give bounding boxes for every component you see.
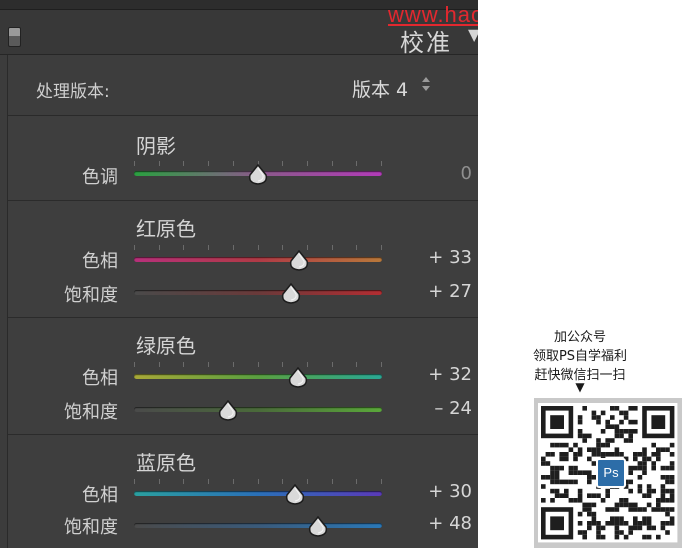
- slider-value-red-hue[interactable]: + 33: [398, 247, 472, 268]
- slider-label-shadows-tint: 色调: [82, 167, 118, 188]
- slider-tick-mark: [282, 362, 284, 367]
- section-green-primary: 绿原色 色相 + 32 饱和度 – 24: [7, 318, 478, 435]
- slider-tick-mark: [134, 245, 135, 250]
- panel-title[interactable]: 校准: [400, 23, 452, 58]
- slider-thumb-blue-saturation[interactable]: [307, 516, 329, 538]
- slider-value-blue-hue[interactable]: + 30: [398, 481, 472, 502]
- slider-tick-mark: [232, 161, 234, 166]
- slider-track-red-saturation[interactable]: [134, 290, 382, 295]
- section-red-primary: 红原色 色相 + 33 饱和度 + 27: [7, 201, 478, 318]
- slider-tick-mark: [282, 479, 284, 484]
- panel-toggle-switch[interactable]: [8, 27, 21, 47]
- slider-tick-mark: [183, 161, 185, 166]
- slider-track-blue-saturation[interactable]: [134, 523, 382, 528]
- slider-label-green-saturation: 饱和度: [64, 402, 118, 423]
- slider-tick-mark: [257, 479, 259, 484]
- slider-tick-mark: [356, 245, 358, 250]
- slider-tick-mark: [381, 362, 382, 367]
- process-version-select[interactable]: 版本 4: [352, 75, 408, 102]
- slider-tick-mark: [356, 479, 358, 484]
- slider-value-blue-saturation[interactable]: + 48: [398, 513, 472, 534]
- slider-thumb-green-hue[interactable]: [287, 367, 309, 389]
- slider-label-blue-hue: 色相: [82, 485, 118, 506]
- slider-tick-mark: [158, 479, 160, 484]
- slider-tick-mark: [282, 245, 284, 250]
- slider-tick-mark: [134, 479, 135, 484]
- slider-tick-mark: [158, 161, 160, 166]
- slider-label-green-hue: 色相: [82, 368, 118, 389]
- slider-tick-mark: [134, 161, 135, 166]
- slider-tick-mark: [306, 479, 308, 484]
- slider-tick-mark: [381, 245, 382, 250]
- slider-tick-mark: [208, 362, 210, 367]
- slider-tick-mark: [158, 362, 160, 367]
- promo-line-1: 加公众号: [553, 330, 606, 345]
- slider-thumb-green-saturation[interactable]: [217, 400, 239, 422]
- slider-thumb-shadows-tint[interactable]: [247, 164, 269, 186]
- slider-track-green-saturation[interactable]: [134, 407, 382, 412]
- photoshop-logo-icon: Ps: [596, 458, 626, 488]
- slider-tick-mark: [331, 161, 333, 166]
- process-version-label: 处理版本:: [36, 82, 110, 102]
- slider-tick-mark: [134, 362, 135, 367]
- slider-tick-mark: [232, 245, 234, 250]
- slider-value-green-hue[interactable]: + 32: [398, 364, 472, 385]
- slider-track-green-hue[interactable]: [134, 374, 382, 379]
- slider-tick-mark: [158, 245, 160, 250]
- slider-tick-mark: [306, 161, 308, 166]
- slider-tick-mark: [232, 479, 234, 484]
- slider-tick-mark: [381, 161, 382, 166]
- section-title-green-primary: 绿原色: [136, 334, 196, 358]
- slider-tick-mark: [208, 161, 210, 166]
- slider-track-red-hue[interactable]: [134, 257, 382, 262]
- process-version-row: 处理版本: 版本 4: [7, 55, 478, 116]
- calibration-panel: 校准 ▼ 处理版本: 版本 4 阴影 色调 0 红原色 色相 + 33 饱和度 …: [0, 0, 478, 548]
- slider-track-blue-hue[interactable]: [134, 491, 382, 496]
- slider-thumb-red-hue[interactable]: [288, 250, 310, 272]
- slider-ticks: [134, 479, 382, 485]
- section-blue-primary: 蓝原色 色相 + 30 饱和度 + 48: [7, 435, 478, 548]
- slider-tick-mark: [208, 245, 210, 250]
- slider-tick-mark: [331, 245, 333, 250]
- slider-value-red-saturation[interactable]: + 27: [398, 281, 472, 302]
- slider-tick-mark: [381, 479, 382, 484]
- down-arrow-icon: ▼: [575, 380, 585, 394]
- slider-ticks: [134, 245, 382, 251]
- slider-tick-mark: [183, 245, 185, 250]
- promo-line-2: 领取PS自学福利: [532, 349, 628, 364]
- slider-label-red-saturation: 饱和度: [64, 285, 118, 306]
- section-title-blue-primary: 蓝原色: [136, 451, 196, 475]
- slider-label-blue-saturation: 饱和度: [64, 517, 118, 538]
- section-title-red-primary: 红原色: [136, 217, 196, 241]
- slider-tick-mark: [356, 161, 358, 166]
- slider-tick-mark: [183, 479, 185, 484]
- section-shadows: 阴影 色调 0: [7, 116, 478, 201]
- slider-value-shadows-tint[interactable]: 0: [398, 163, 472, 184]
- slider-thumb-red-saturation[interactable]: [280, 283, 302, 305]
- slider-tick-mark: [356, 362, 358, 367]
- slider-tick-mark: [257, 362, 259, 367]
- slider-label-red-hue: 色相: [82, 251, 118, 272]
- slider-tick-mark: [331, 362, 333, 367]
- slider-thumb-blue-hue[interactable]: [284, 484, 306, 506]
- slider-tick-mark: [257, 245, 259, 250]
- slider-tick-mark: [282, 161, 284, 166]
- slider-value-green-saturation[interactable]: – 24: [398, 398, 472, 419]
- promo-sidebar: 加公众号 领取PS自学福利 赶快微信扫一扫 ▼: [478, 0, 682, 548]
- slider-tick-mark: [331, 479, 333, 484]
- up-down-arrows-icon[interactable]: [422, 77, 430, 95]
- slider-tick-mark: [183, 362, 185, 367]
- slider-tick-mark: [208, 479, 210, 484]
- slider-ticks: [134, 362, 382, 368]
- section-title-shadows: 阴影: [136, 134, 176, 158]
- slider-tick-mark: [232, 362, 234, 367]
